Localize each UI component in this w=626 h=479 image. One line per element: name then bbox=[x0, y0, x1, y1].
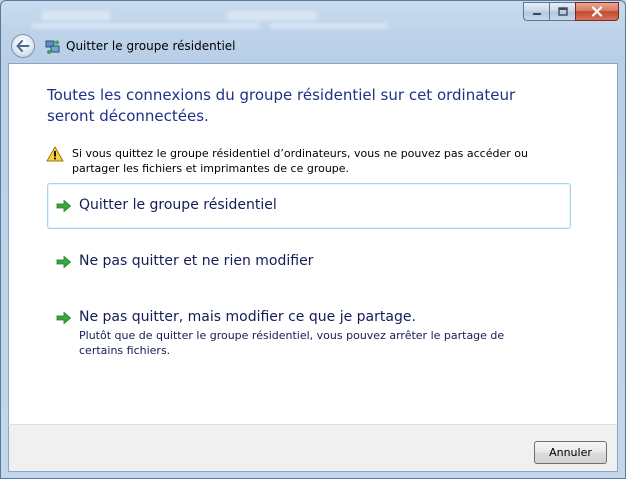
option-title: Quitter le groupe résidentiel bbox=[79, 197, 277, 213]
green-arrow-icon bbox=[56, 199, 72, 213]
blurred-background-text bbox=[227, 11, 317, 21]
main-instruction: Toutes les connexions du groupe résident… bbox=[47, 86, 516, 125]
cancel-button[interactable]: Annuler bbox=[534, 441, 607, 464]
dialog-title: Quitter le groupe résidentiel bbox=[66, 39, 236, 53]
blurred-background-text bbox=[31, 23, 261, 29]
footer-bar: Annuler bbox=[8, 424, 618, 472]
back-button[interactable] bbox=[11, 34, 35, 58]
navigation-row: Quitter le groupe résidentiel bbox=[1, 31, 625, 63]
green-arrow-icon bbox=[56, 255, 72, 269]
maximize-icon bbox=[557, 7, 568, 16]
warning-text: Si vous quittez le groupe résidentiel d’… bbox=[72, 147, 528, 175]
green-arrow-icon bbox=[56, 311, 72, 325]
warning-icon bbox=[46, 146, 64, 162]
do-not-leave-option[interactable]: Ne pas quitter et ne rien modifier bbox=[47, 239, 571, 285]
option-title: Ne pas quitter, mais modifier ce que je … bbox=[79, 309, 416, 325]
caption-buttons bbox=[523, 2, 619, 21]
blurred-background-text bbox=[41, 11, 111, 21]
option-title: Ne pas quitter et ne rien modifier bbox=[79, 253, 314, 269]
close-icon bbox=[591, 6, 603, 17]
title-bar[interactable] bbox=[1, 1, 625, 31]
content-area: Toutes les connexions du groupe résident… bbox=[8, 63, 618, 424]
dialog-window: Quitter le groupe résidentiel Toutes les… bbox=[0, 0, 626, 479]
homegroup-icon bbox=[45, 40, 60, 54]
maximize-button[interactable] bbox=[549, 2, 575, 21]
back-arrow-icon bbox=[16, 40, 30, 52]
minimize-icon bbox=[532, 12, 541, 15]
blurred-background-text bbox=[269, 23, 389, 29]
minimize-button[interactable] bbox=[523, 2, 549, 21]
leave-homegroup-option[interactable]: Quitter le groupe résidentiel bbox=[47, 183, 571, 229]
close-button[interactable] bbox=[575, 2, 619, 21]
change-sharing-option[interactable]: Ne pas quitter, mais modifier ce que je … bbox=[47, 295, 571, 365]
option-description: Plutôt que de quitter le groupe résident… bbox=[79, 329, 505, 357]
